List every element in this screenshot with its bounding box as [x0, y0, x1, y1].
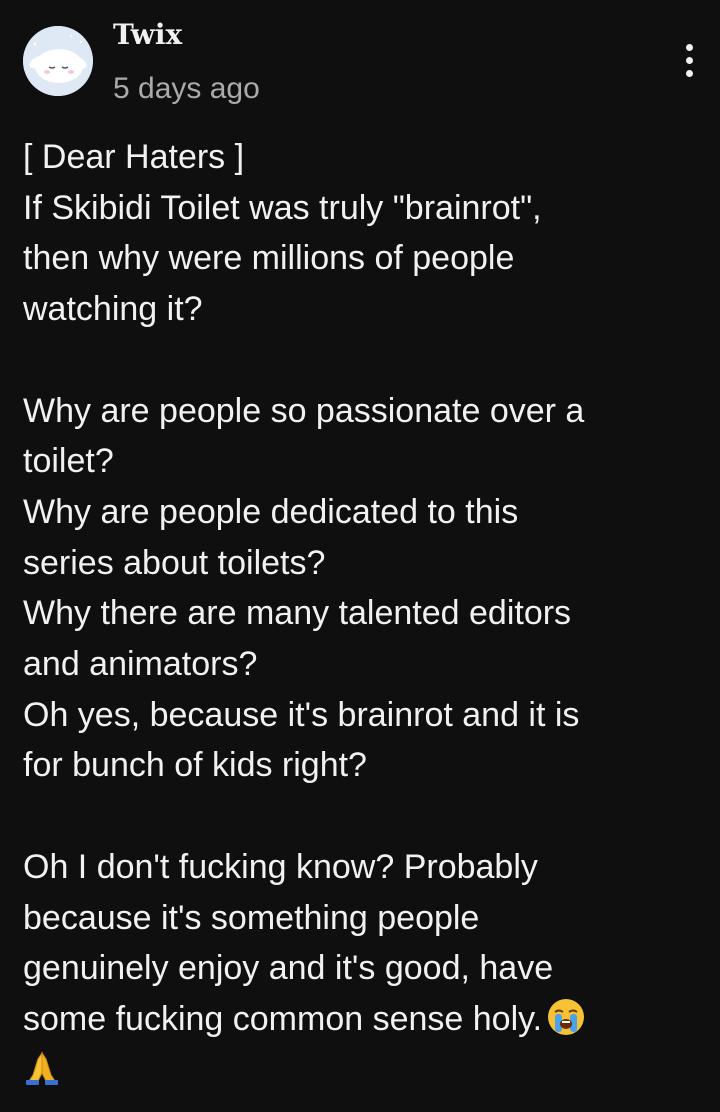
comment-paragraph: [ Dear Haters ] If Skibidi Toilet was tr…	[23, 138, 542, 329]
comment-paragraph-last: Oh I don't fucking know? Probably becaus…	[23, 842, 703, 1045]
paragraph-spacer: ​	[23, 335, 703, 386]
cinnamoroll-avatar-icon	[23, 26, 93, 96]
loudly-crying-face-icon	[546, 997, 586, 1037]
comment-trailing-line	[23, 1045, 703, 1096]
more-vertical-icon-dot	[685, 69, 693, 77]
more-options-button[interactable]	[674, 40, 704, 80]
paragraph-spacer: ​	[23, 791, 703, 842]
folded-hands-icon	[23, 1049, 61, 1087]
comment-paragraph: Oh I don't fucking know? Probably becaus…	[23, 847, 554, 1038]
comment-body: [ Dear Haters ] If Skibidi Toilet was tr…	[23, 132, 703, 1095]
avatar[interactable]	[23, 26, 93, 96]
comment-card: Twix 5 days ago [ Dear Haters ] If Skibi…	[0, 0, 720, 1112]
more-vertical-icon-dot	[685, 56, 693, 64]
comment-paragraph: Why are people so passionate over a toil…	[23, 391, 585, 785]
author-name[interactable]: Twix	[113, 16, 182, 54]
more-vertical-icon	[685, 43, 693, 51]
comment-timestamp: 5 days ago	[113, 72, 260, 105]
